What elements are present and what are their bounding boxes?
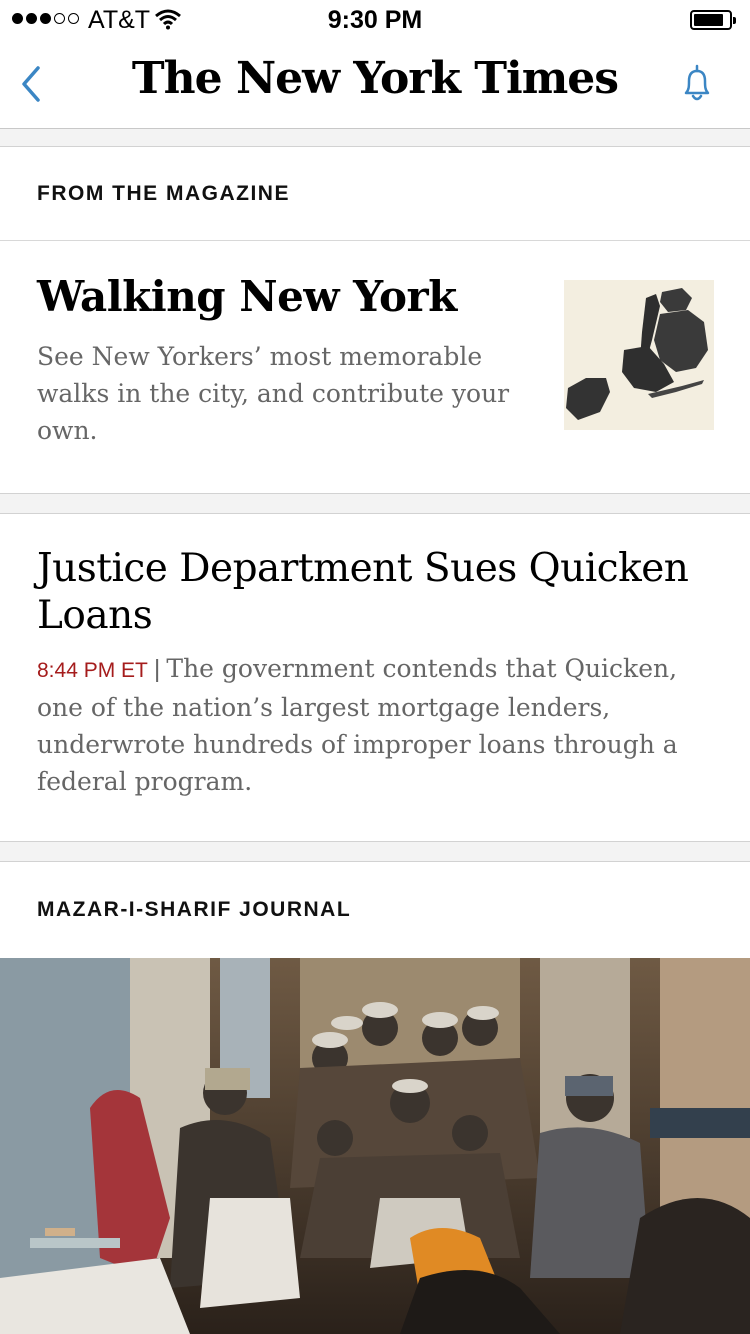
timestamp-separator: | xyxy=(153,655,161,683)
section-divider xyxy=(0,240,750,241)
story-headline[interactable]: Justice Department Sues Quicken Loans xyxy=(37,545,717,639)
section-label-journal: MAZAR-I-SHARIF JOURNAL xyxy=(37,898,352,921)
battery-icon xyxy=(690,10,736,30)
magazine-summary: See New Yorkers’ most memorable walks in… xyxy=(37,342,510,445)
status-bar: AT&T 9:30 PM xyxy=(0,0,750,40)
journal-photo[interactable] xyxy=(0,958,750,1334)
magazine-headline[interactable]: Walking New York xyxy=(37,272,457,321)
nav-bar: The New York Times xyxy=(0,40,750,129)
story-summary: 8:44 PM ET | The government contends that … xyxy=(37,650,717,800)
bell-icon[interactable] xyxy=(678,62,716,106)
story-timestamp: 8:44 PM ET xyxy=(37,659,148,682)
section-gap xyxy=(0,493,750,514)
section-label-magazine: FROM THE MAGAZINE xyxy=(37,182,290,205)
nyc-map-thumbnail[interactable] xyxy=(564,280,714,430)
nyt-logo[interactable]: The New York Times xyxy=(0,53,750,104)
section-gap xyxy=(0,841,750,862)
section-gap xyxy=(0,129,750,147)
status-time: 9:30 PM xyxy=(327,6,423,34)
